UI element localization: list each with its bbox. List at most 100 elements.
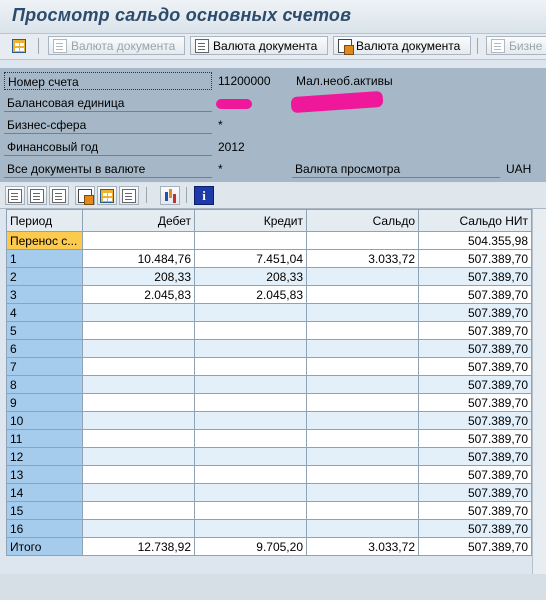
period-cell[interactable]: 8 [6,375,83,394]
table-row[interactable]: 16 507.389,70 [6,519,532,538]
table-row[interactable]: 7 507.389,70 [6,357,532,376]
period-cell[interactable]: 6 [6,339,83,358]
cumulative-cell[interactable]: 507.389,70 [418,429,532,448]
credit-cell[interactable] [194,339,307,358]
credit-cell[interactable] [194,321,307,340]
table-row[interactable]: 15 507.389,70 [6,501,532,520]
table-row[interactable]: 12 507.389,70 [6,447,532,466]
credit-cell[interactable] [194,303,307,322]
cumulative-cell[interactable]: 507.389,70 [418,393,532,412]
cumulative-cell[interactable]: 504.355,98 [418,231,532,250]
cumulative-cell[interactable]: 507.389,70 [418,303,532,322]
period-cell[interactable]: 15 [6,501,83,520]
table-row[interactable]: 14 507.389,70 [6,483,532,502]
debit-cell[interactable]: 2.045,83 [82,285,195,304]
credit-cell[interactable] [194,429,307,448]
balance-cell[interactable] [306,267,419,286]
table-row[interactable]: 1 10.484,76 7.451,04 3.033,72 507.389,70 [6,249,532,268]
debit-cell[interactable] [82,375,195,394]
business-area-button[interactable]: Бизне [486,36,546,55]
cumulative-cell[interactable]: 507.389,70 [418,537,532,556]
balance-cell[interactable] [306,339,419,358]
debit-cell[interactable]: 10.484,76 [82,249,195,268]
credit-cell[interactable] [194,393,307,412]
cumulative-cell[interactable]: 507.389,70 [418,465,532,484]
table-row[interactable]: 5 507.389,70 [6,321,532,340]
balance-cell[interactable] [306,429,419,448]
balance-cell[interactable] [306,321,419,340]
table-row[interactable]: 8 507.389,70 [6,375,532,394]
balance-cell[interactable] [306,411,419,430]
balance-cell[interactable] [306,357,419,376]
credit-cell[interactable]: 9.705,20 [194,537,307,556]
balance-cell[interactable] [306,393,419,412]
balance-cell[interactable] [306,375,419,394]
print-button[interactable] [27,186,47,205]
credit-cell[interactable] [194,447,307,466]
period-cell[interactable]: 13 [6,465,83,484]
table-row[interactable]: Перенос с... 504.355,98 [6,231,532,250]
info-button[interactable] [194,186,214,205]
debit-cell[interactable] [82,519,195,538]
balance-cell[interactable] [306,483,419,502]
debit-cell[interactable]: 12.738,92 [82,537,195,556]
period-cell[interactable]: 7 [6,357,83,376]
cumulative-cell[interactable]: 507.389,70 [418,285,532,304]
export-button[interactable] [75,186,95,205]
debit-cell[interactable] [82,357,195,376]
debit-cell[interactable] [82,411,195,430]
balance-cell[interactable]: 3.033,72 [306,249,419,268]
column-header-balance[interactable]: Сальдо [306,209,419,232]
period-cell[interactable]: 16 [6,519,83,538]
chart-button[interactable] [160,186,180,205]
table-row[interactable]: 11 507.389,70 [6,429,532,448]
layout-select-button[interactable] [119,186,139,205]
column-header-cumulative-balance[interactable]: Сальдо НИт [418,209,532,232]
vertical-scrollbar[interactable] [532,209,546,574]
print-preview-button[interactable] [49,186,69,205]
debit-cell[interactable] [82,393,195,412]
credit-cell[interactable] [194,483,307,502]
period-cell[interactable]: 12 [6,447,83,466]
document-currency-button-2[interactable]: Валюта документа [190,36,328,55]
column-header-credit[interactable]: Кредит [194,209,307,232]
period-cell[interactable]: 10 [6,411,83,430]
balance-cell[interactable] [306,519,419,538]
credit-cell[interactable]: 7.451,04 [194,249,307,268]
cumulative-cell[interactable]: 507.389,70 [418,411,532,430]
balance-cell[interactable] [306,231,419,250]
period-cell[interactable]: 14 [6,483,83,502]
credit-cell[interactable]: 208,33 [194,267,307,286]
cumulative-cell[interactable]: 507.389,70 [418,357,532,376]
debit-cell[interactable] [82,303,195,322]
cumulative-cell[interactable]: 507.389,70 [418,375,532,394]
credit-cell[interactable] [194,231,307,250]
period-cell[interactable]: 3 [6,285,83,304]
debit-cell[interactable] [82,339,195,358]
period-cell[interactable]: 9 [6,393,83,412]
debit-cell[interactable] [82,429,195,448]
document-currency-button-1[interactable]: Валюта документа [48,36,185,55]
table-row[interactable]: 6 507.389,70 [6,339,532,358]
credit-cell[interactable] [194,519,307,538]
column-header-period[interactable]: Период [6,209,83,232]
column-header-debit[interactable]: Дебет [82,209,195,232]
table-row[interactable]: 13 507.389,70 [6,465,532,484]
balance-cell[interactable] [306,447,419,466]
table-row[interactable]: 2 208,33 208,33 507.389,70 [6,267,532,286]
table-row[interactable]: 4 507.389,70 [6,303,532,322]
table-row[interactable]: 9 507.389,70 [6,393,532,412]
details-button[interactable] [5,186,25,205]
cumulative-cell[interactable]: 507.389,70 [418,249,532,268]
credit-cell[interactable] [194,375,307,394]
credit-cell[interactable] [194,411,307,430]
balance-cell[interactable] [306,501,419,520]
table-row[interactable]: 3 2.045,83 2.045,83 507.389,70 [6,285,532,304]
balance-cell[interactable] [306,303,419,322]
cumulative-cell[interactable]: 507.389,70 [418,501,532,520]
period-cell[interactable]: 2 [6,267,83,286]
document-currency-button-3[interactable]: Валюта документа [333,36,471,55]
table-row[interactable]: 10 507.389,70 [6,411,532,430]
cumulative-cell[interactable]: 507.389,70 [418,321,532,340]
debit-cell[interactable] [82,231,195,250]
